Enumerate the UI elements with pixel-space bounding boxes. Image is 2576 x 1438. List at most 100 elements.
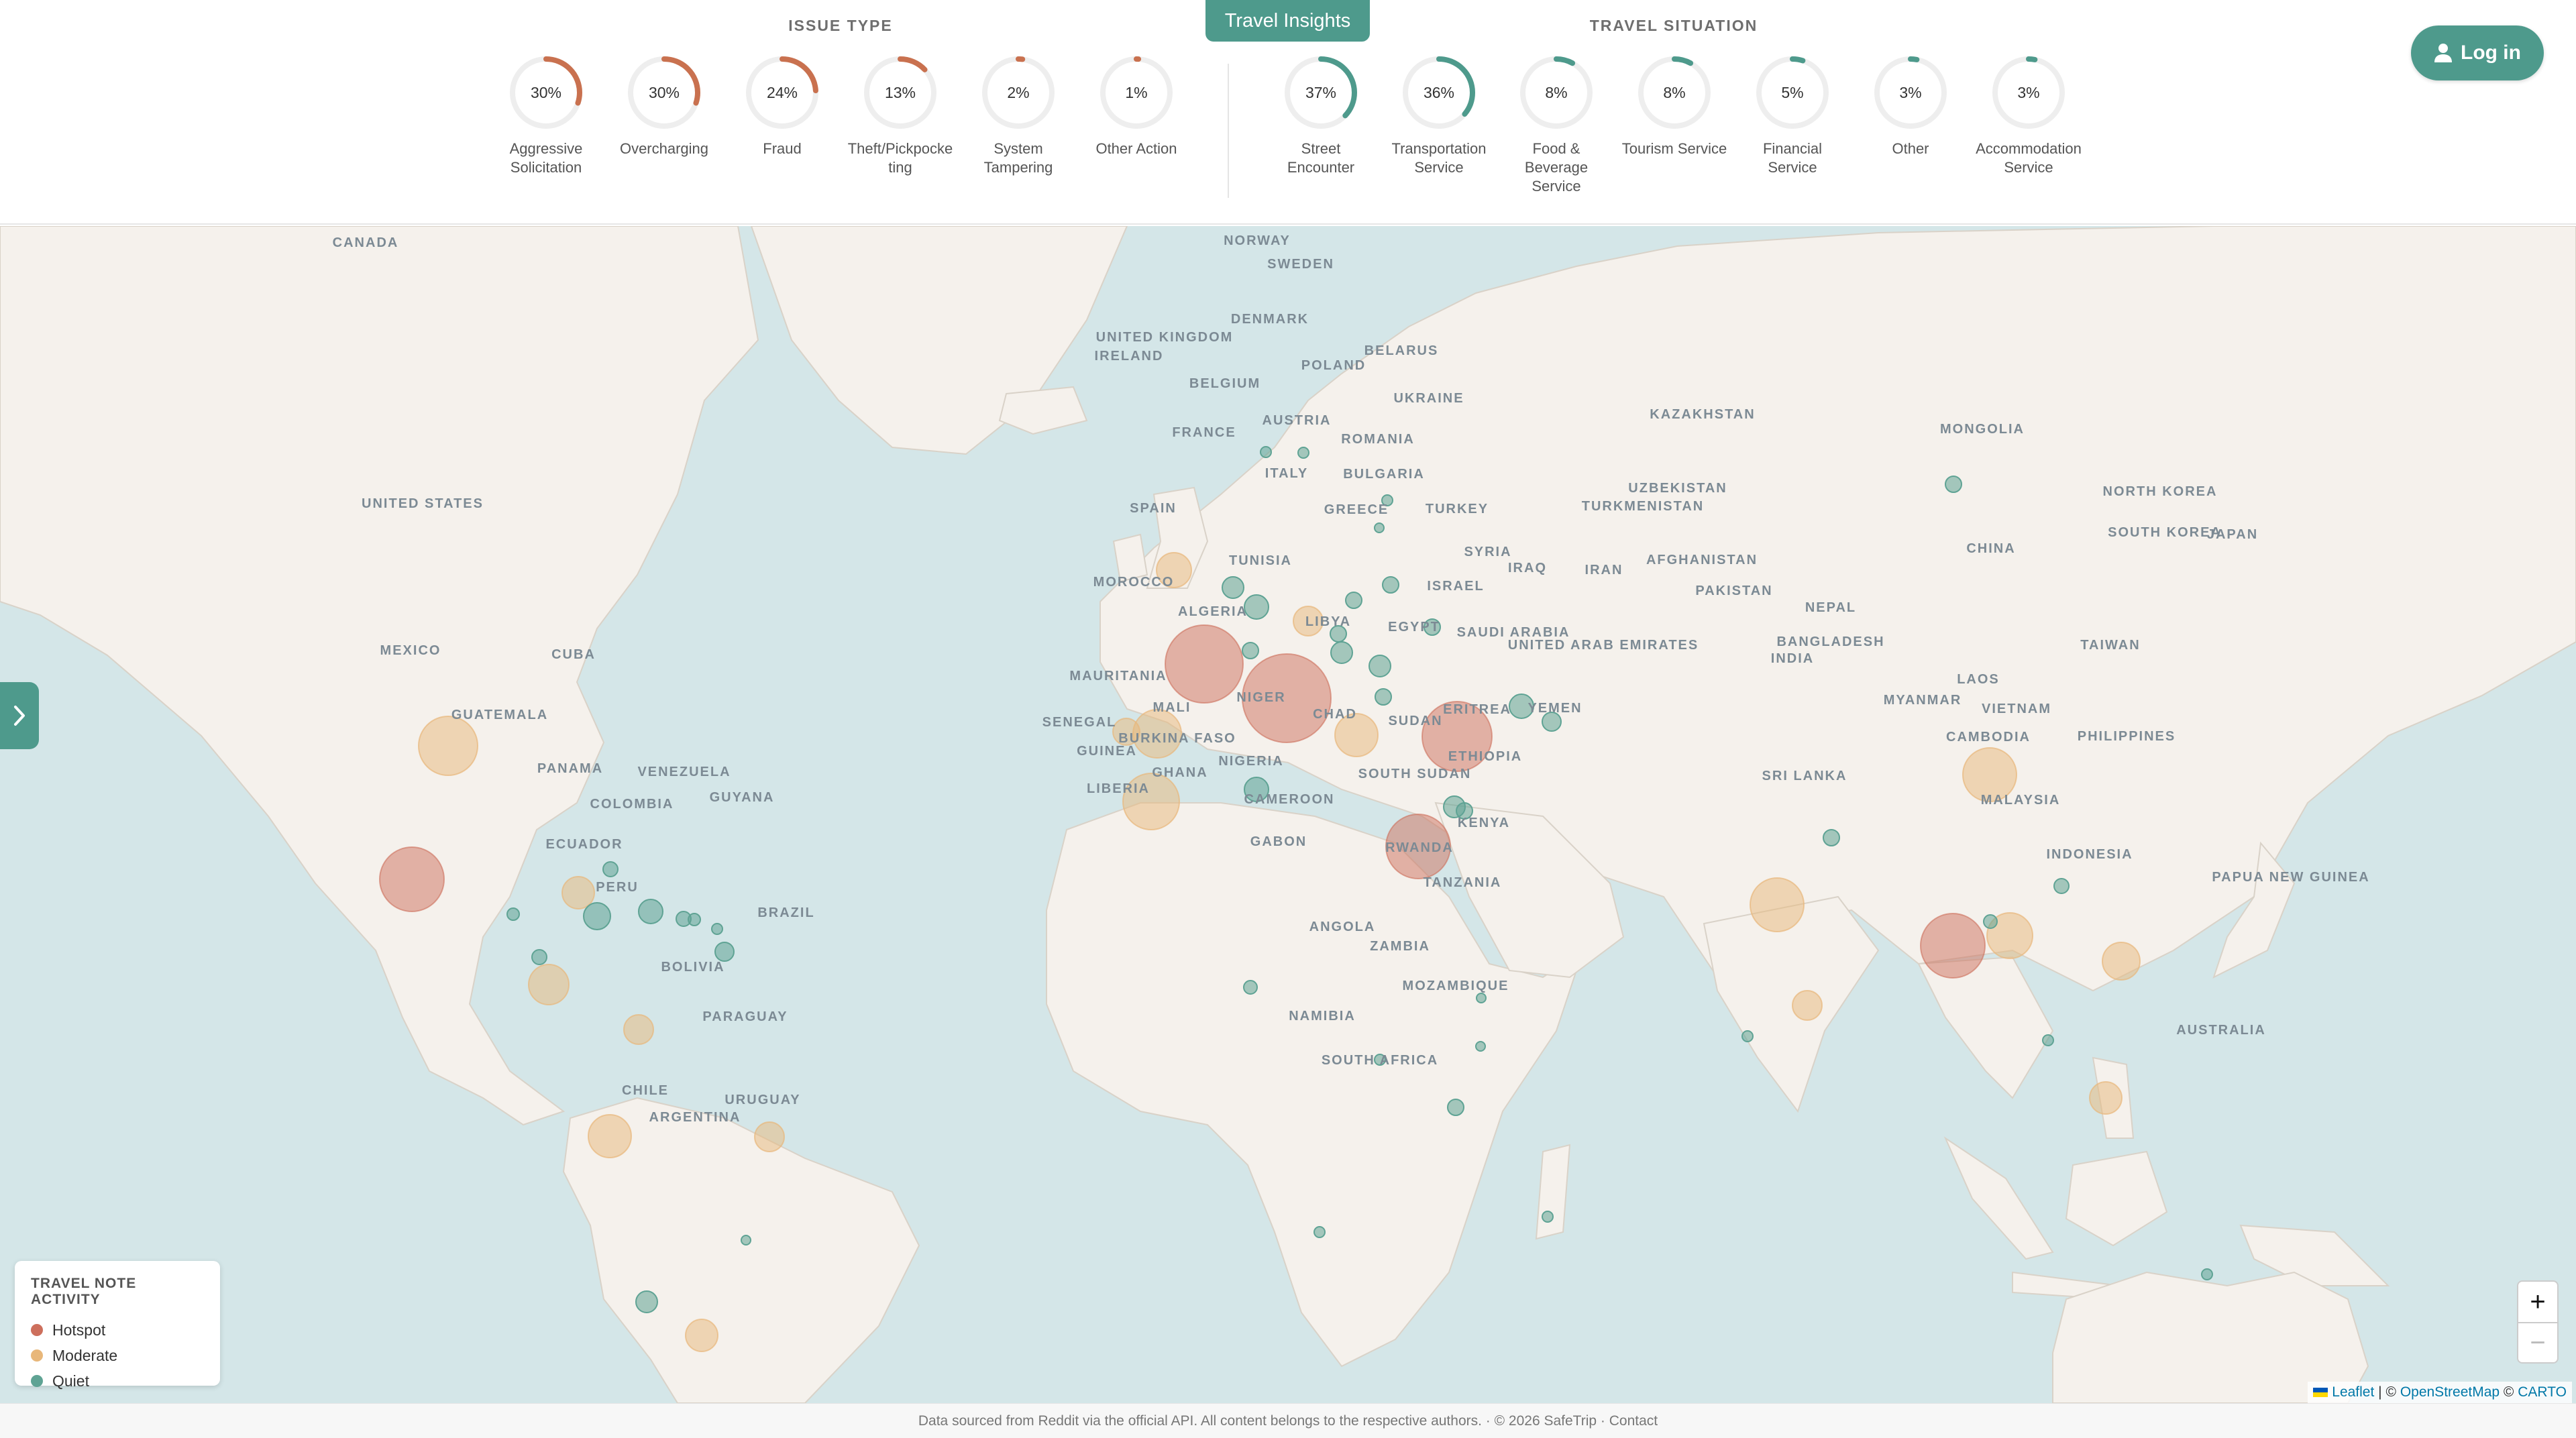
quiet-bubble[interactable]: [1823, 829, 1840, 846]
moderate-bubble[interactable]: [1750, 877, 1805, 932]
country-label: PAPUA NEW GUINEA: [2212, 870, 2370, 885]
quiet-bubble[interactable]: [2201, 1268, 2213, 1280]
country-label: MALAYSIA: [1980, 793, 2061, 808]
quiet-bubble[interactable]: [741, 1235, 751, 1246]
quiet-bubble[interactable]: [1313, 1226, 1326, 1238]
country-label: ISRAEL: [1427, 579, 1485, 594]
quiet-bubble[interactable]: [602, 861, 619, 877]
country-label: MONGOLIA: [1940, 422, 2025, 437]
situation-stat[interactable]: 5% Financial Service: [1739, 54, 1846, 177]
insights-header: Travel Insights ISSUE TYPE TRAVEL SITUAT…: [0, 0, 2576, 225]
quiet-bubble[interactable]: [1368, 655, 1391, 677]
issue-type-stat[interactable]: 30% Aggressive Solicitation: [492, 54, 600, 177]
issue-type-stat[interactable]: 1% Other Action: [1083, 54, 1190, 158]
sidebar-toggle-button[interactable]: [0, 682, 39, 749]
situation-stat[interactable]: 3% Accommodation Service: [1975, 54, 2082, 177]
world-map[interactable]: ICELANDFINLANDNORWAYSWEDENRUSSIACANADAUN…: [0, 226, 2576, 1403]
issue-type-ring: 30%: [507, 54, 585, 131]
quiet-bubble[interactable]: [1476, 993, 1487, 1003]
carto-link[interactable]: CARTO: [2518, 1384, 2567, 1400]
situation-stat[interactable]: 36% Transportation Service: [1385, 54, 1493, 177]
issue-type-percent: 13%: [884, 83, 916, 101]
country-label: KENYA: [1457, 816, 1511, 830]
situation-stat[interactable]: 8% Tourism Service: [1621, 54, 1728, 158]
quiet-bubble[interactable]: [2053, 878, 2070, 894]
quiet-bubble[interactable]: [1542, 1211, 1554, 1223]
quiet-bubble[interactable]: [1945, 476, 1962, 493]
quiet-bubble[interactable]: [688, 913, 701, 926]
hotspot-bubble[interactable]: [1165, 624, 1244, 704]
issue-type-percent: 2%: [1007, 83, 1030, 101]
quiet-bubble[interactable]: [1374, 522, 1385, 533]
moderate-bubble[interactable]: [685, 1319, 718, 1352]
quiet-bubble[interactable]: [1983, 914, 1998, 929]
situation-stat[interactable]: 3% Other: [1857, 54, 1964, 158]
moderate-bubble[interactable]: [623, 1014, 654, 1045]
osm-link[interactable]: OpenStreetMap: [2400, 1384, 2500, 1400]
country-label: PAKISTAN: [1695, 584, 1773, 598]
quiet-dot-icon: [31, 1375, 43, 1387]
issue-type-stat[interactable]: 13% Theft/Pickpocketing: [847, 54, 954, 177]
moderate-bubble[interactable]: [418, 716, 478, 776]
country-label: DENMARK: [1230, 312, 1309, 327]
quiet-bubble[interactable]: [1382, 576, 1399, 594]
quiet-bubble[interactable]: [638, 899, 663, 924]
country-label: SOUTH SUDAN: [1358, 767, 1472, 781]
issue-type-label: Fraud: [763, 140, 802, 157]
moderate-bubble[interactable]: [561, 876, 595, 909]
issue-type-ring: 30%: [625, 54, 703, 131]
moderate-bubble[interactable]: [754, 1121, 785, 1152]
hotspot-bubble[interactable]: [379, 846, 445, 912]
quiet-bubble[interactable]: [635, 1290, 658, 1313]
attribution-separator: |: [2378, 1384, 2382, 1400]
quiet-bubble[interactable]: [583, 902, 611, 930]
hotspot-bubble[interactable]: [1920, 913, 1986, 979]
moderate-bubble[interactable]: [528, 964, 570, 1005]
login-button[interactable]: Log in: [2411, 25, 2544, 80]
moderate-bubble[interactable]: [2102, 942, 2141, 981]
moderate-bubble[interactable]: [1792, 990, 1823, 1021]
quiet-bubble[interactable]: [711, 923, 723, 935]
quiet-bubble[interactable]: [506, 907, 520, 921]
quiet-bubble[interactable]: [1447, 1099, 1464, 1116]
country-label: NEPAL: [1805, 600, 1857, 615]
quiet-bubble[interactable]: [714, 942, 735, 962]
quiet-bubble[interactable]: [1243, 980, 1258, 995]
situation-percent: 3%: [1899, 83, 1922, 101]
quiet-bubble[interactable]: [1297, 447, 1309, 459]
issue-type-percent: 30%: [530, 83, 562, 101]
quiet-bubble[interactable]: [1345, 592, 1362, 609]
zoom-out-button[interactable]: −: [2518, 1322, 2557, 1362]
leaflet-link[interactable]: Leaflet: [2332, 1384, 2374, 1400]
moderate-bubble[interactable]: [2089, 1081, 2123, 1115]
country-label: BELARUS: [1364, 343, 1439, 358]
country-label: SYRIA: [1464, 545, 1512, 559]
country-label: BOLIVIA: [661, 960, 725, 975]
issue-type-stat[interactable]: 30% Overcharging: [610, 54, 718, 158]
country-label: INDONESIA: [2046, 847, 2133, 862]
country-label: RWANDA: [1385, 840, 1454, 855]
quiet-bubble[interactable]: [2042, 1034, 2054, 1046]
country-label: BURKINA FASO: [1118, 731, 1236, 746]
country-label: NIGERIA: [1218, 754, 1284, 769]
quiet-bubble[interactable]: [1475, 1041, 1486, 1052]
quiet-bubble[interactable]: [1244, 594, 1269, 620]
moderate-bubble[interactable]: [588, 1114, 632, 1158]
situation-percent: 8%: [1545, 83, 1568, 101]
situation-stat[interactable]: 37% Street Encounter: [1267, 54, 1375, 177]
southeast-asia-landmass: [1917, 956, 2054, 1099]
quiet-bubble[interactable]: [1260, 446, 1272, 458]
map-base: [0, 226, 2576, 1403]
issue-type-stat[interactable]: 24% Fraud: [729, 54, 836, 158]
zoom-in-button[interactable]: +: [2518, 1282, 2557, 1322]
quiet-bubble[interactable]: [1222, 576, 1244, 599]
quiet-bubble[interactable]: [1741, 1030, 1754, 1042]
situation-stat[interactable]: 8% Food & Beverage Service: [1503, 54, 1610, 196]
quiet-bubble[interactable]: [1242, 642, 1259, 659]
country-label: VENEZUELA: [637, 765, 731, 779]
quiet-bubble[interactable]: [1330, 641, 1353, 664]
travel-insights-tab[interactable]: Travel Insights: [1205, 0, 1370, 42]
quiet-bubble[interactable]: [1375, 688, 1392, 706]
issue-type-stat[interactable]: 2% System Tampering: [965, 54, 1072, 177]
quiet-bubble[interactable]: [531, 949, 547, 965]
